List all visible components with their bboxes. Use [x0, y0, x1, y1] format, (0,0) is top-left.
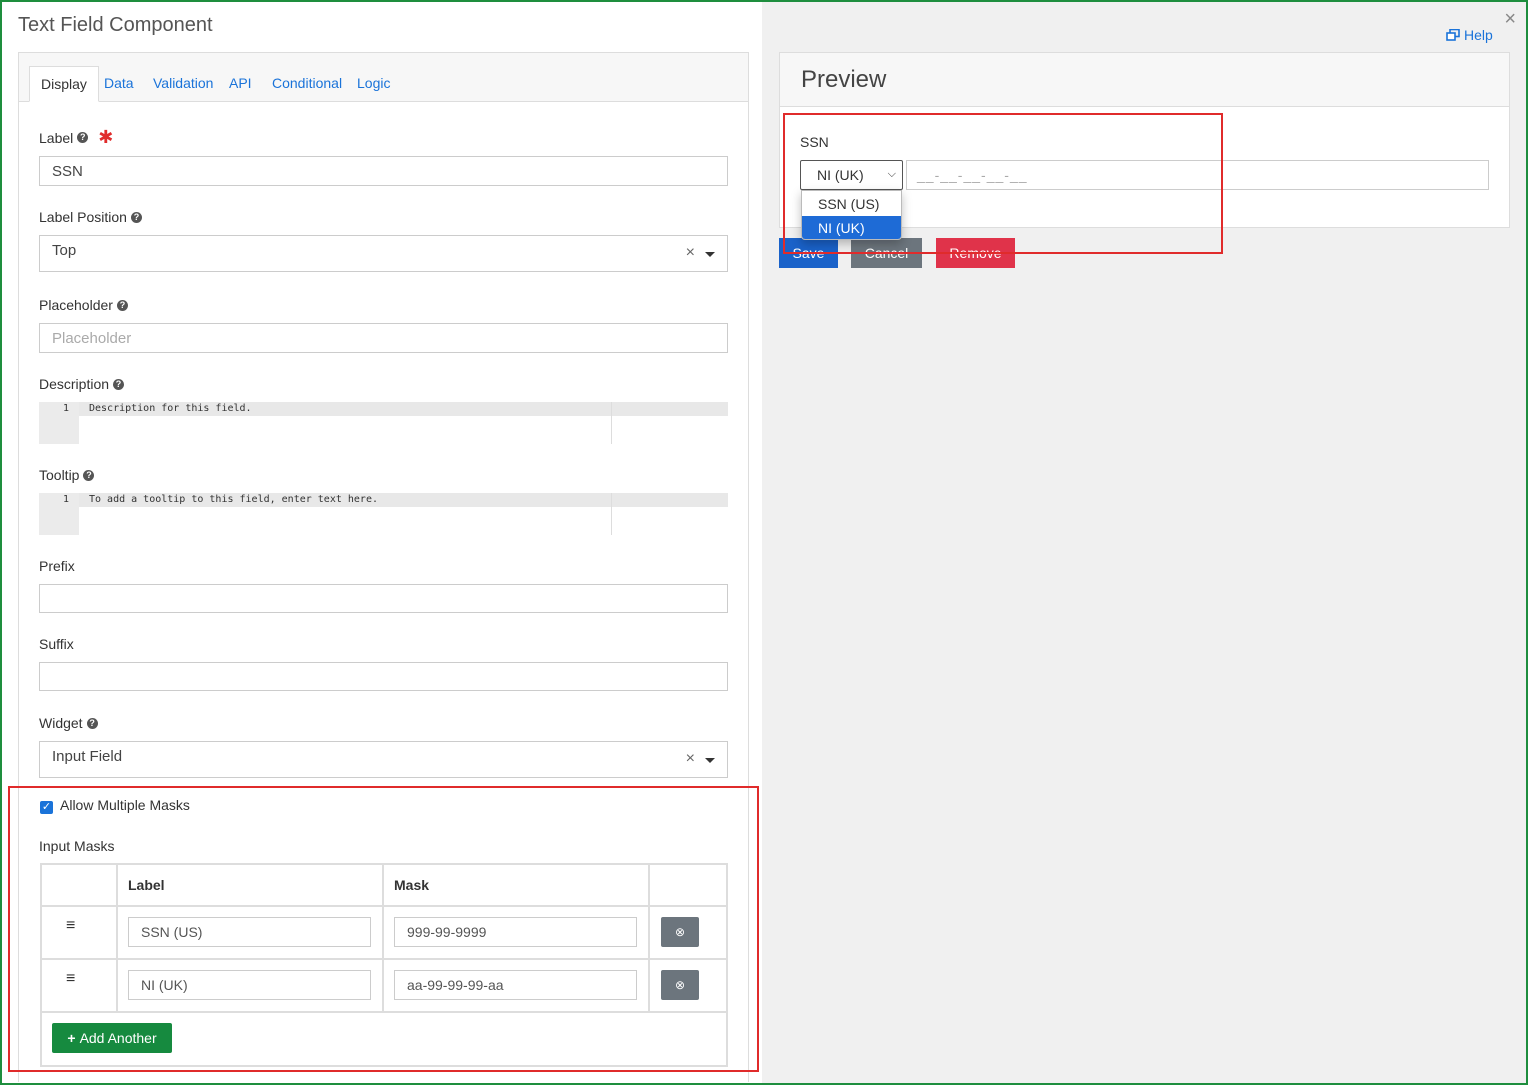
tab-data[interactable]: Data	[93, 66, 145, 102]
widget-label: Widget ?	[39, 715, 98, 731]
tabs-bar: Display Data Validation API Conditional …	[19, 53, 748, 102]
help-icon[interactable]: ?	[83, 469, 95, 481]
tooltip-label: Tooltip ?	[39, 467, 95, 483]
required-icon: ✱	[98, 127, 114, 147]
label-position-value: Top	[52, 242, 77, 259]
preview-header: Preview	[780, 53, 1509, 107]
tab-validation[interactable]: Validation	[142, 66, 224, 102]
print-margin	[611, 402, 612, 444]
label-position-select[interactable]: Top ×	[39, 235, 728, 272]
label-input[interactable]: SSN	[39, 156, 728, 186]
help-label: Help	[1464, 27, 1493, 43]
prefix-label: Prefix	[39, 558, 75, 574]
caret-down-icon[interactable]	[705, 758, 715, 763]
help-icon[interactable]: ?	[113, 378, 125, 390]
tab-logic[interactable]: Logic	[346, 66, 401, 102]
modal-title: Text Field Component	[18, 14, 213, 36]
widget-select[interactable]: Input Field ×	[39, 741, 728, 778]
description-code-line[interactable]: Description for this field.	[79, 402, 728, 416]
help-icon[interactable]: ?	[130, 211, 142, 223]
external-link-icon	[1446, 29, 1460, 41]
tab-conditional[interactable]: Conditional	[261, 66, 353, 102]
help-icon[interactable]: ?	[86, 717, 98, 729]
help-link[interactable]: Help	[1446, 27, 1493, 43]
tooltip-editor[interactable]: 1 To add a tooltip to this field, enter …	[39, 493, 728, 535]
suffix-input[interactable]	[39, 662, 728, 691]
help-icon[interactable]: ?	[116, 299, 128, 311]
placeholder-label: Placeholder ?	[39, 297, 128, 313]
preview-highlight-box	[783, 113, 1223, 254]
clear-icon[interactable]: ×	[686, 244, 695, 262]
print-margin	[611, 493, 612, 535]
close-icon[interactable]: ×	[1504, 8, 1516, 31]
label-field-label: Label ? ✱	[39, 127, 114, 147]
tab-display[interactable]: Display	[29, 66, 99, 102]
help-icon[interactable]: ?	[77, 132, 89, 143]
masks-highlight-box	[8, 786, 759, 1072]
tab-api[interactable]: API	[218, 66, 263, 102]
placeholder-input[interactable]: Placeholder	[39, 323, 728, 353]
clear-icon[interactable]: ×	[686, 750, 695, 768]
description-label: Description ?	[39, 376, 125, 392]
line-number: 1	[62, 403, 69, 414]
line-number: 1	[62, 494, 69, 505]
preview-title: Preview	[801, 66, 887, 93]
label-position-label: Label Position ?	[39, 209, 142, 225]
widget-value: Input Field	[52, 748, 123, 765]
tooltip-code-line[interactable]: To add a tooltip to this field, enter te…	[79, 493, 728, 507]
prefix-input[interactable]	[39, 584, 728, 613]
description-editor[interactable]: 1 Description for this field.	[39, 402, 728, 444]
caret-down-icon[interactable]	[705, 252, 715, 257]
suffix-label: Suffix	[39, 636, 74, 652]
